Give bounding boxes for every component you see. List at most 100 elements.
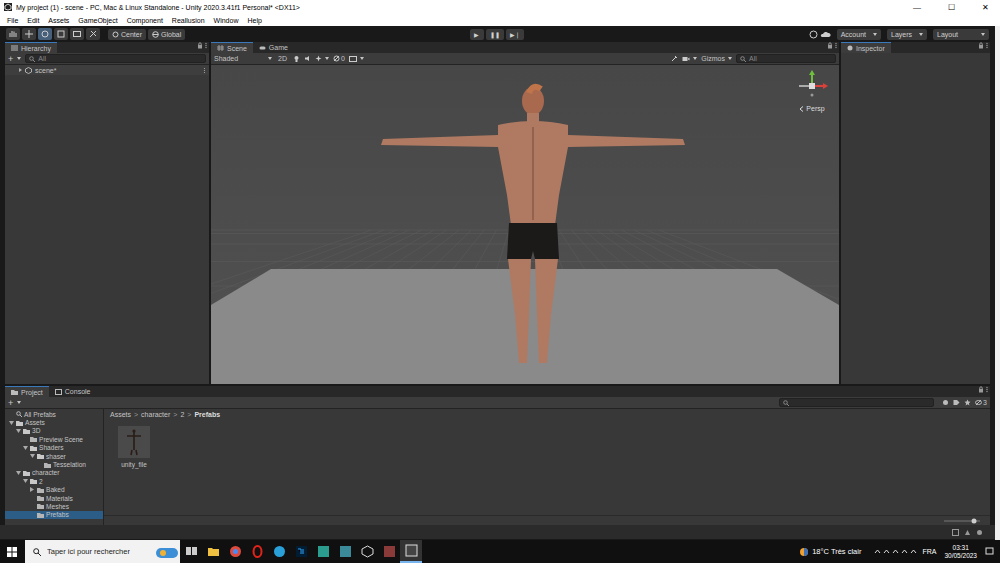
search-input[interactable]: All	[38, 55, 46, 62]
play-button[interactable]: ▶❘	[506, 29, 524, 40]
taskbar-app[interactable]	[224, 545, 246, 558]
expand-arrow[interactable]	[29, 487, 35, 493]
tree-node[interactable]: Prefabs	[5, 511, 103, 519]
language-indicator[interactable]: FRA	[922, 548, 936, 555]
scene-camera-dropdown[interactable]	[682, 56, 697, 62]
mode-2d-button[interactable]: 2D	[276, 55, 289, 62]
taskbar-app[interactable]	[334, 545, 356, 558]
expand-arrow[interactable]	[15, 428, 21, 434]
breadcrumb-item[interactable]: character	[141, 411, 170, 418]
menu-dots-icon[interactable]	[984, 42, 990, 49]
filter-label-icon[interactable]	[953, 399, 960, 406]
light-icon[interactable]	[293, 55, 300, 62]
pivot-button[interactable]: Center	[108, 29, 146, 40]
expand-arrow[interactable]	[19, 68, 22, 72]
menu-dots-icon[interactable]	[203, 42, 209, 49]
tool-button[interactable]	[22, 28, 36, 40]
tree-node[interactable]: Baked	[5, 486, 103, 494]
weather[interactable]: 18°C Très clair	[799, 547, 861, 557]
asset-item[interactable]: unity_file	[114, 426, 154, 468]
cloud-icon[interactable]	[820, 30, 831, 39]
project-tab[interactable]: Console	[49, 386, 97, 397]
volume-icon[interactable]	[900, 547, 909, 556]
filter-type-icon[interactable]	[942, 399, 949, 406]
project-tab[interactable]: Project	[5, 386, 49, 397]
add-button[interactable]: +	[8, 398, 21, 408]
tool-button[interactable]	[70, 28, 84, 40]
taskbar-app[interactable]	[400, 540, 422, 563]
effects-dropdown[interactable]	[315, 55, 329, 62]
expand-arrow[interactable]	[22, 478, 28, 484]
taskbar-search[interactable]: Taper ici pour rechercher	[25, 540, 180, 563]
menu-item[interactable]: Assets	[48, 17, 69, 24]
draw-mode-dropdown[interactable]: Shaded	[214, 55, 272, 62]
menu-item[interactable]: Window	[214, 17, 239, 24]
clock[interactable]: 03:3130/05/2023	[944, 544, 977, 560]
taskbar-app[interactable]	[246, 545, 268, 558]
zoom-slider[interactable]	[944, 518, 980, 524]
play-button[interactable]: ❚❚	[486, 29, 504, 40]
scene-viewport[interactable]: Persp	[211, 65, 839, 384]
expand-arrow[interactable]	[22, 445, 28, 451]
tree-node[interactable]: Materials	[5, 494, 103, 502]
breadcrumb-item[interactable]: Assets	[110, 411, 131, 418]
menu-item[interactable]: Component	[127, 17, 163, 24]
expand-arrow[interactable]	[15, 470, 21, 476]
tree-node[interactable]: 3D	[5, 427, 103, 435]
orientation-gizmo[interactable]: Persp	[795, 69, 829, 112]
tree-node[interactable]: Preview Scene	[5, 435, 103, 443]
notifications-icon[interactable]	[985, 547, 994, 556]
gizmos-dropdown[interactable]: Gizmos	[701, 55, 732, 62]
collab-icon[interactable]	[809, 30, 818, 39]
item-menu-icon[interactable]	[203, 67, 206, 74]
taskbar-app[interactable]	[268, 545, 290, 558]
taskbar-app[interactable]	[312, 545, 334, 558]
tree-node[interactable]: Assets	[5, 418, 103, 426]
play-button[interactable]: ▶	[470, 29, 484, 40]
toolbar-dropdown[interactable]: Account	[837, 29, 881, 40]
project-search-field[interactable]	[779, 398, 934, 407]
battery-icon[interactable]	[909, 547, 918, 556]
tree-node[interactable]: Meshes	[5, 502, 103, 510]
lock-icon[interactable]	[197, 42, 203, 49]
tool-button[interactable]	[6, 28, 20, 40]
favorite-icon[interactable]	[964, 399, 971, 406]
taskbar-app[interactable]	[290, 545, 312, 558]
menu-item[interactable]: GameObject	[78, 17, 117, 24]
window-control[interactable]: —	[902, 3, 932, 12]
toolbar-dropdown[interactable]: Layers	[887, 29, 927, 40]
add-button[interactable]: +	[8, 54, 21, 64]
window-control[interactable]: ✕	[970, 3, 1000, 12]
tool-button[interactable]	[86, 28, 100, 40]
expand-arrow[interactable]	[8, 420, 14, 426]
tree-node[interactable]: All Prefabs	[5, 410, 103, 418]
chevron-icon[interactable]	[873, 547, 882, 556]
hidden-objects-toggle[interactable]: 0	[333, 55, 345, 62]
hierarchy-item[interactable]: scene*	[5, 65, 209, 75]
breadcrumb-item[interactable]: 2	[180, 411, 184, 418]
tree-node[interactable]: 2	[5, 477, 103, 485]
lock-icon[interactable]	[978, 386, 984, 393]
lock-icon[interactable]	[978, 42, 984, 49]
menu-item[interactable]: Edit	[27, 17, 39, 24]
tree-node[interactable]: Shaders	[5, 444, 103, 452]
tree-node[interactable]: Tesselation	[5, 460, 103, 468]
tree-node[interactable]: shaser	[5, 452, 103, 460]
expand-arrow[interactable]	[29, 453, 35, 459]
tool-button[interactable]	[38, 28, 52, 40]
tools-icon[interactable]	[671, 55, 678, 62]
status-a-icon[interactable]	[952, 529, 959, 536]
taskbar-app[interactable]	[356, 545, 378, 558]
search-input[interactable]: All	[749, 55, 757, 62]
inspector-tab[interactable]: Inspector	[841, 42, 891, 53]
taskbar-app[interactable]	[180, 545, 202, 558]
toolbar-dropdown[interactable]: Layout	[933, 29, 989, 40]
menu-item[interactable]: Help	[247, 17, 261, 24]
menu-dots-icon[interactable]	[984, 386, 990, 393]
menu-item[interactable]: File	[7, 17, 18, 24]
lock-icon[interactable]	[827, 42, 833, 49]
menu-dots-icon[interactable]	[833, 42, 839, 49]
taskbar-app[interactable]	[202, 545, 224, 558]
scene-search-field[interactable]: All	[736, 54, 836, 63]
tree-node[interactable]: character	[5, 469, 103, 477]
